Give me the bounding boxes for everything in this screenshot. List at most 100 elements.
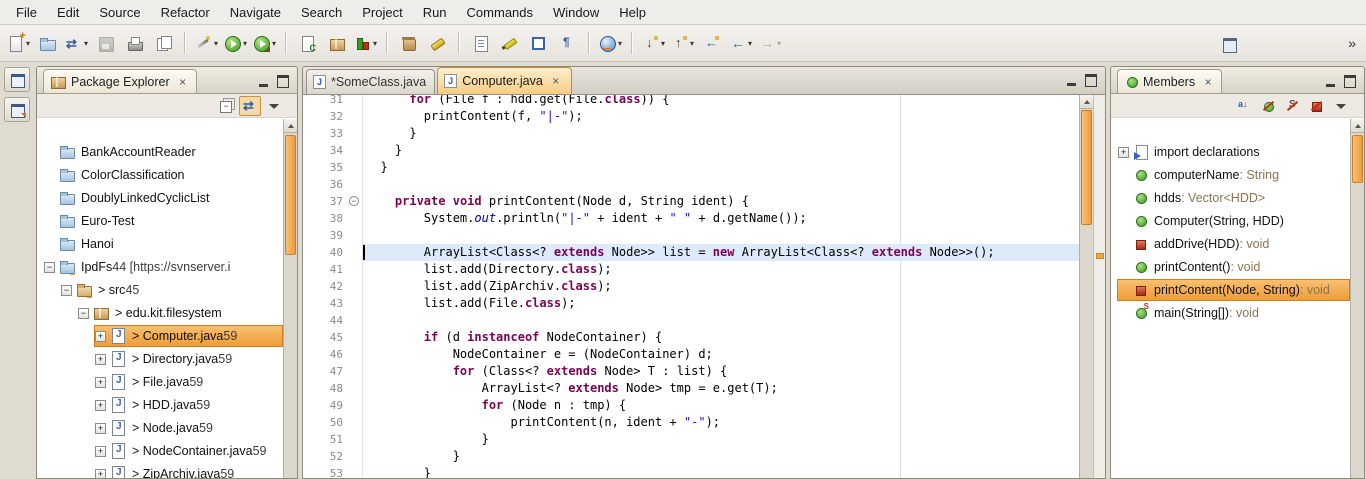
last-edit-location-button[interactable] <box>698 30 725 57</box>
menu-window[interactable]: Window <box>543 0 609 24</box>
expand-toggle-icon[interactable]: + <box>95 331 106 342</box>
menu-file[interactable]: File <box>6 0 47 24</box>
member-item-computername[interactable]: computerName : String <box>1111 164 1350 186</box>
minimized-view-button[interactable] <box>4 97 30 122</box>
collapse-toggle-icon[interactable]: − <box>61 285 72 296</box>
member-item-adddrive-hdd[interactable]: addDrive(HDD) : void <box>1111 233 1350 255</box>
editor-tab-someclass-java[interactable]: *SomeClass.java <box>306 69 435 94</box>
web-browser-button[interactable]: ▾ <box>597 30 624 57</box>
expand-toggle-icon[interactable]: + <box>95 469 106 479</box>
show-selected-element-button[interactable] <box>525 30 552 57</box>
forward-button[interactable]: ▾ <box>756 30 783 57</box>
collapse-toggle-icon[interactable]: − <box>78 308 89 319</box>
hide-non-public-button[interactable] <box>1306 96 1328 116</box>
search-button[interactable] <box>424 30 451 57</box>
scroll-up-icon[interactable] <box>1080 95 1093 109</box>
coverage-button[interactable]: ▾ <box>352 30 379 57</box>
save-button[interactable] <box>92 30 119 57</box>
tree-item-ipdfs[interactable]: −IpdFs 44 [https://svnserver.i <box>37 256 283 278</box>
package-explorer-tab[interactable]: Package Explorer <box>43 69 197 93</box>
new-project-button[interactable] <box>34 30 61 57</box>
menu-refactor[interactable]: Refactor <box>151 0 220 24</box>
minimize-button[interactable] <box>254 73 272 89</box>
new-class-button[interactable] <box>294 30 321 57</box>
minimize-button[interactable] <box>1062 72 1080 88</box>
skip-breakpoints-button[interactable]: ▾ <box>193 30 220 57</box>
occurrence-marker[interactable] <box>1096 253 1104 259</box>
java-perspective-button[interactable] <box>1216 30 1243 57</box>
member-item-computer-string-hdd[interactable]: Computer(String, HDD) <box>1111 210 1350 232</box>
hide-fields-button[interactable] <box>1258 96 1280 116</box>
open-resource-button[interactable] <box>467 30 494 57</box>
menu-source[interactable]: Source <box>89 0 150 24</box>
member-item-import-declarations[interactable]: +import declarations <box>1111 141 1350 163</box>
collapse-all-button[interactable] <box>215 96 237 116</box>
new-wizard-button[interactable]: ▾ <box>5 30 32 57</box>
tree-item-directory-java[interactable]: +> Directory.java 59 <box>37 348 283 370</box>
member-item-main-string[interactable]: main(String[]) : void <box>1111 302 1350 324</box>
view-menu-button[interactable] <box>263 96 285 116</box>
member-item-printcontent[interactable]: printContent() : void <box>1111 256 1350 278</box>
tree-item-euro-test[interactable]: Euro-Test <box>37 210 283 232</box>
hide-static-members-button[interactable] <box>1282 96 1304 116</box>
maximize-button[interactable] <box>1082 72 1100 88</box>
close-icon[interactable] <box>1201 75 1215 89</box>
menu-run[interactable]: Run <box>413 0 457 24</box>
show-breakpoints-button[interactable] <box>150 30 177 57</box>
editor-text-area[interactable]: 31 for (File f : hdd.get(File.class)) {3… <box>303 95 1079 478</box>
menu-commands[interactable]: Commands <box>457 0 543 24</box>
expand-toggle-icon[interactable]: + <box>95 377 106 388</box>
package-explorer-scrollbar[interactable] <box>283 119 297 478</box>
link-with-editor-button[interactable] <box>239 96 261 116</box>
maximize-button[interactable] <box>1341 73 1359 89</box>
tree-item-colorclassification[interactable]: ColorClassification <box>37 164 283 186</box>
tree-item-node-java[interactable]: +> Node.java 59 <box>37 417 283 439</box>
run-button[interactable]: ▾ <box>222 30 249 57</box>
package-explorer-tree[interactable]: BankAccountReaderColorClassificationDoub… <box>37 119 283 478</box>
editor-scrollbar[interactable] <box>1079 95 1093 478</box>
expand-toggle-icon[interactable]: + <box>95 400 106 411</box>
tree-item-edu-kit-filesystem[interactable]: −> edu.kit.filesystem <box>37 302 283 324</box>
show-whitespace-button[interactable] <box>554 30 581 57</box>
editor-tab-computer-java[interactable]: Computer.java <box>437 67 572 94</box>
tree-item-hanoi[interactable]: Hanoi <box>37 233 283 255</box>
scroll-up-icon[interactable] <box>1351 119 1364 133</box>
previous-annotation-button[interactable]: ▾ <box>669 30 696 57</box>
tree-item-doublylinkedcycliclist[interactable]: DoublyLinkedCyclicList <box>37 187 283 209</box>
overview-ruler[interactable] <box>1093 95 1105 478</box>
members-scrollbar[interactable] <box>1350 119 1364 478</box>
members-list[interactable]: +import declarationscomputerName : Strin… <box>1111 119 1350 478</box>
toolbar-overflow-chevron[interactable]: » <box>1348 35 1356 51</box>
menu-help[interactable]: Help <box>609 0 656 24</box>
menu-edit[interactable]: Edit <box>47 0 89 24</box>
minimize-button[interactable] <box>1321 73 1339 89</box>
tree-item-computer-java[interactable]: +> Computer.java 59 <box>37 325 283 347</box>
tree-item-ziparchiv-java[interactable]: +> ZipArchiv.java 59 <box>37 463 283 478</box>
members-tab[interactable]: Members <box>1117 69 1222 93</box>
tree-item-bankaccountreader[interactable]: BankAccountReader <box>37 141 283 163</box>
close-icon[interactable] <box>176 75 190 89</box>
synchronize-button[interactable]: ▾ <box>63 30 90 57</box>
expand-toggle-icon[interactable]: + <box>95 423 106 434</box>
print-button[interactable] <box>121 30 148 57</box>
menu-search[interactable]: Search <box>291 0 352 24</box>
tree-item-file-java[interactable]: +> File.java 59 <box>37 371 283 393</box>
member-item-hdds[interactable]: hdds : Vector<HDD> <box>1111 187 1350 209</box>
expand-toggle-icon[interactable]: + <box>95 446 106 457</box>
member-item-printcontent-node-string[interactable]: printContent(Node, String) : void <box>1111 279 1350 301</box>
new-package-button[interactable] <box>323 30 350 57</box>
menu-navigate[interactable]: Navigate <box>220 0 291 24</box>
next-annotation-button[interactable]: ▾ <box>640 30 667 57</box>
sort-members-button[interactable] <box>1234 96 1256 116</box>
scrollbar-thumb[interactable] <box>285 135 296 255</box>
mark-occurrences-button[interactable] <box>496 30 523 57</box>
scrollbar-thumb[interactable] <box>1352 135 1363 183</box>
run-external-tools-button[interactable]: ▾ <box>251 30 278 57</box>
collapse-toggle-icon[interactable]: − <box>44 262 55 273</box>
tree-item-nodecontainer-java[interactable]: +> NodeContainer.java 59 <box>37 440 283 462</box>
menu-project[interactable]: Project <box>352 0 412 24</box>
scroll-up-icon[interactable] <box>284 119 297 133</box>
maximize-button[interactable] <box>274 73 292 89</box>
restore-minimized-view-button[interactable] <box>4 67 30 92</box>
tree-item-hdd-java[interactable]: +> HDD.java 59 <box>37 394 283 416</box>
